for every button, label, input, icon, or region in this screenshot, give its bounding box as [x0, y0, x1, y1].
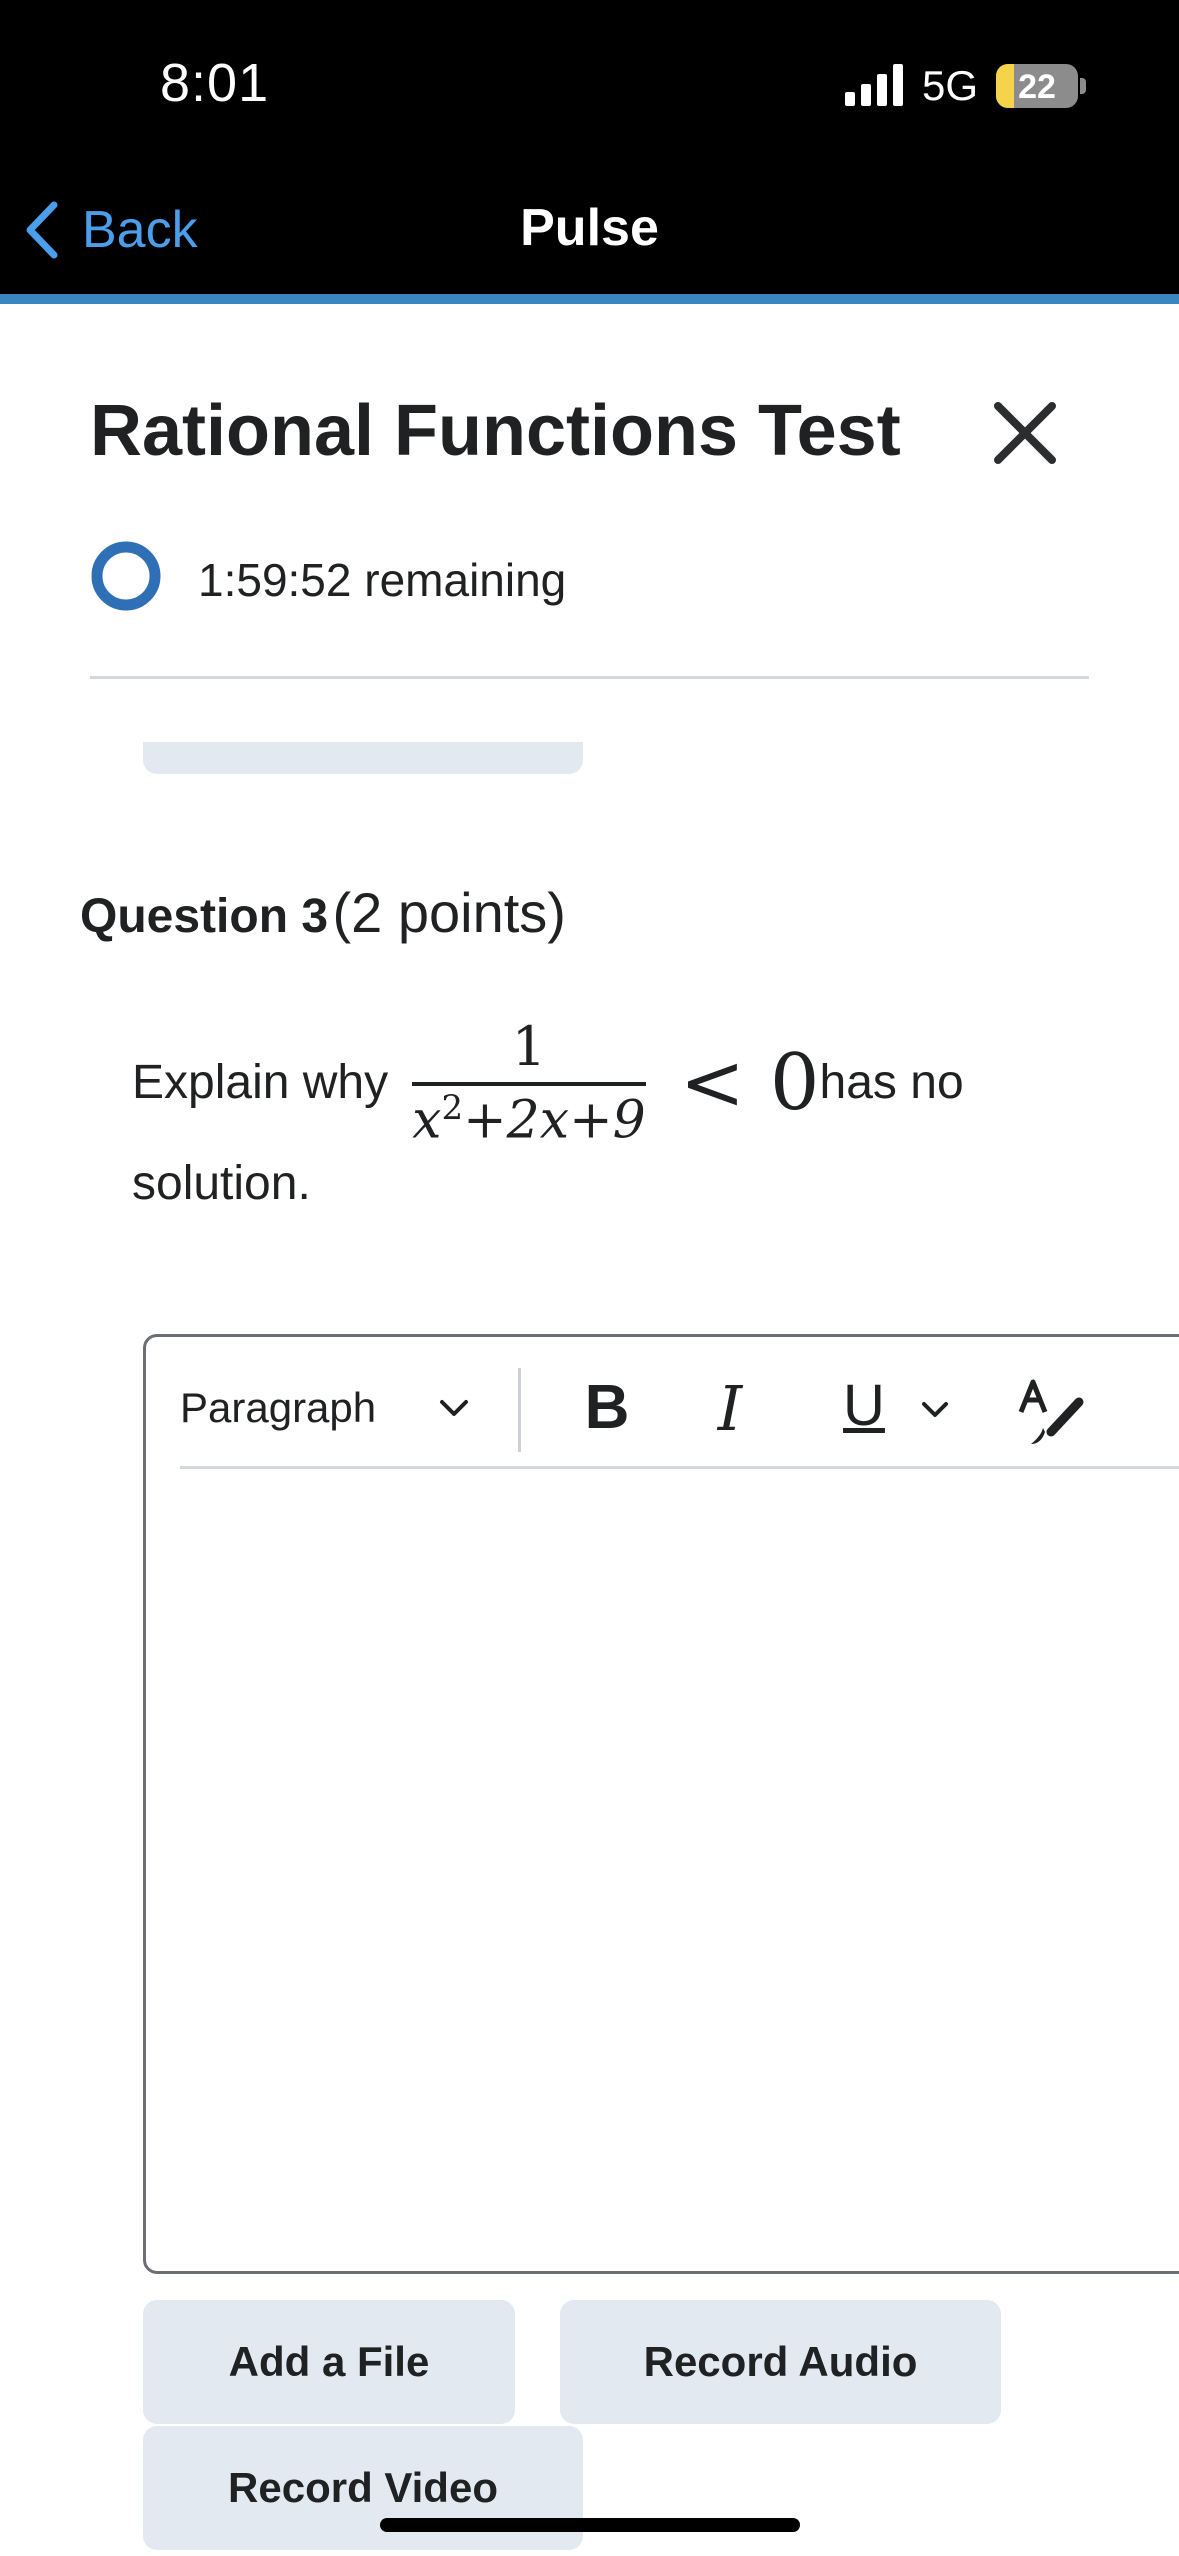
time-remaining-value: 1:59:52: [198, 554, 352, 606]
italic-button[interactable]: I: [700, 1372, 760, 1446]
paragraph-label: Paragraph: [180, 1384, 377, 1431]
battery-tip: [1080, 78, 1086, 94]
format-brush-icon[interactable]: [1015, 1376, 1087, 1448]
time-remaining: 1:59:52 remaining: [198, 553, 566, 607]
question-text-line2: solution.: [132, 1157, 311, 1210]
question-prefix: Explain why: [132, 1056, 389, 1110]
battery-icon: 22: [996, 64, 1078, 108]
answer-text-area[interactable]: [150, 1472, 1179, 2267]
bold-button[interactable]: B: [572, 1372, 642, 1446]
previous-button-edge[interactable]: [143, 742, 583, 774]
question-header: Question 3 (2 points): [80, 880, 566, 945]
page-title: Rational Functions Test: [90, 391, 901, 471]
question-points: (2 points): [332, 881, 566, 944]
question-suffix: has no: [819, 1056, 964, 1110]
chevron-down-icon[interactable]: [918, 1392, 952, 1426]
chevron-down-icon: [440, 1400, 468, 1416]
underline-button[interactable]: U: [834, 1372, 894, 1446]
math-fraction: 1 x2+2x+9: [412, 1015, 646, 1150]
timer-ring-icon: [91, 541, 161, 611]
home-indicator: [380, 2518, 800, 2532]
question-label: Question 3: [80, 890, 329, 943]
header-divider: [90, 676, 1089, 679]
paragraph-format-select[interactable]: Paragraph: [180, 1350, 510, 1466]
math-inequality: < 0: [679, 1037, 820, 1128]
denominator-variable: x: [412, 1090, 442, 1151]
denominator-rest: +2x+9: [463, 1090, 646, 1151]
signal-icon: [845, 64, 903, 106]
toolbar-separator: [518, 1368, 521, 1452]
denominator-exponent: 2: [441, 1088, 464, 1128]
toolbar-divider: [180, 1466, 1179, 1469]
fraction-numerator: 1: [511, 1015, 547, 1078]
network-label: 5G: [922, 62, 979, 109]
close-icon[interactable]: [992, 400, 1058, 466]
add-file-button[interactable]: Add a File: [143, 2300, 515, 2424]
nav-title: Pulse: [520, 199, 659, 257]
question-text: Explain why 1 x2+2x+9 < 0 has no: [132, 1015, 964, 1150]
editor-toolbar: Paragraph B I U: [180, 1350, 1179, 1466]
fraction-denominator: x2+2x+9: [412, 1086, 646, 1150]
record-audio-button[interactable]: Record Audio: [560, 2300, 1001, 2424]
accent-line: [0, 294, 1179, 304]
time-remaining-label: remaining: [364, 554, 567, 606]
status-time: 8:01: [160, 53, 270, 113]
battery-level: 22: [1018, 68, 1056, 106]
